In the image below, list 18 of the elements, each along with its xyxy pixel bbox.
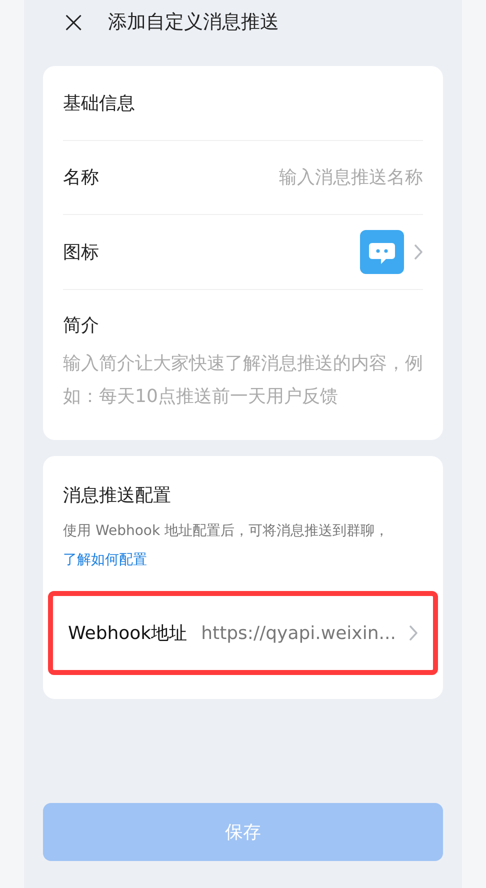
chat-bubble-icon [360, 230, 404, 274]
icon-label: 图标 [63, 240, 99, 264]
intro-field[interactable]: 输入简介让大家快速了解消息推送的内容，例如：每天10点推送前一天用户反馈 [63, 347, 423, 413]
close-button[interactable]: × [61, 8, 86, 38]
intro-label: 简介 [63, 314, 100, 338]
page-title: 添加自定义消息推送 [108, 10, 280, 36]
config-description: 使用 Webhook 地址配置后，可将消息推送到群聊， 了解如何配置 [63, 522, 390, 570]
section-title: 消息推送配置 [63, 484, 172, 508]
section-title: 基础信息 [63, 92, 135, 116]
webhook-value: https://qyapi.weixin... [201, 622, 395, 646]
name-field[interactable]: 输入消息推送名称 [193, 164, 423, 191]
webhook-row[interactable]: Webhook地址 https://qyapi.weixin... [48, 591, 438, 675]
icon-picker[interactable] [360, 230, 423, 274]
webhook-label: Webhook地址 [68, 622, 188, 646]
name-label: 名称 [63, 166, 99, 190]
chevron-right-icon [409, 625, 418, 641]
help-link[interactable]: 了解如何配置 [63, 552, 147, 568]
chevron-right-icon [414, 244, 423, 260]
